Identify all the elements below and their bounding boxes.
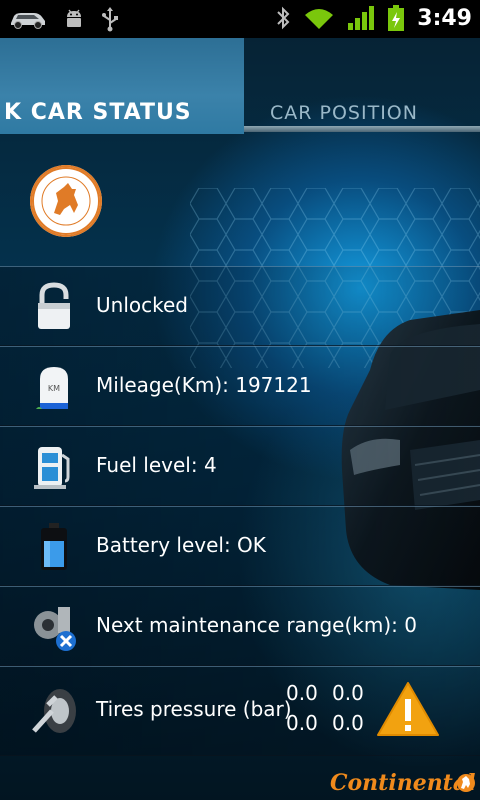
status-bar: 3:49 (0, 0, 480, 38)
tire-pressure-label: Tires pressure (bar) (96, 697, 292, 721)
padlock-unlocked-icon (38, 282, 70, 329)
battery-level-label: Battery level: OK (96, 533, 266, 557)
usb-icon (102, 7, 118, 32)
list-item-fuel[interactable]: Fuel level: 4 (0, 426, 480, 506)
list-item-lock-status[interactable]: Unlocked (0, 266, 480, 346)
android-debug-icon (67, 9, 81, 27)
tire-front-right-value: 0.0 (332, 681, 364, 705)
horse-emblem-icon (32, 167, 100, 235)
continental-wordmark: Continental (330, 770, 476, 796)
continental-logo (30, 165, 102, 237)
list-item-mileage[interactable]: KM Mileage(Km): 197121 (0, 346, 480, 426)
continental-horse-icon (457, 774, 475, 792)
list-item-tires[interactable]: Tires pressure (bar) 0.0 0.0 0.0 0.0 (0, 666, 480, 756)
maintenance-label: Next maintenance range(km): 0 (96, 613, 417, 637)
tire-front-left-value: 0.0 (286, 681, 318, 705)
mileage-icon-badge: KM (48, 384, 60, 393)
signal-icon (348, 6, 375, 30)
clock: 3:49 (417, 5, 472, 31)
tire-rear-left-value: 0.0 (286, 711, 318, 735)
tab-bar: K CAR STATUS CAR POSITION (0, 38, 480, 134)
bluetooth-icon (277, 6, 290, 30)
tab-car-status[interactable]: K CAR STATUS (0, 38, 244, 134)
tire-rear-right-value: 0.0 (332, 711, 364, 735)
tab-underline (244, 126, 480, 132)
mileage-label: Mileage(Km): 197121 (96, 373, 312, 397)
maintenance-icon (34, 607, 76, 651)
tab-car-position-label: CAR POSITION (270, 102, 418, 124)
lock-status-label: Unlocked (96, 293, 188, 317)
battery-icon (41, 523, 67, 570)
list-item-battery[interactable]: Battery level: OK (0, 506, 480, 586)
warning-icon[interactable] (376, 681, 440, 737)
mileage-icon: KM (36, 367, 68, 409)
fuel-level-label: Fuel level: 4 (96, 453, 217, 477)
fuel-pump-icon (34, 447, 70, 489)
list-item-maintenance[interactable]: Next maintenance range(km): 0 (0, 586, 480, 666)
battery-charging-icon (388, 5, 405, 31)
tab-car-status-label: K CAR STATUS (4, 100, 192, 125)
tire-pressure-values: 0.0 0.0 0.0 0.0 (286, 681, 376, 735)
car-icon (11, 13, 45, 29)
tire-pressure-icon (32, 689, 76, 733)
wifi-icon (305, 9, 334, 29)
